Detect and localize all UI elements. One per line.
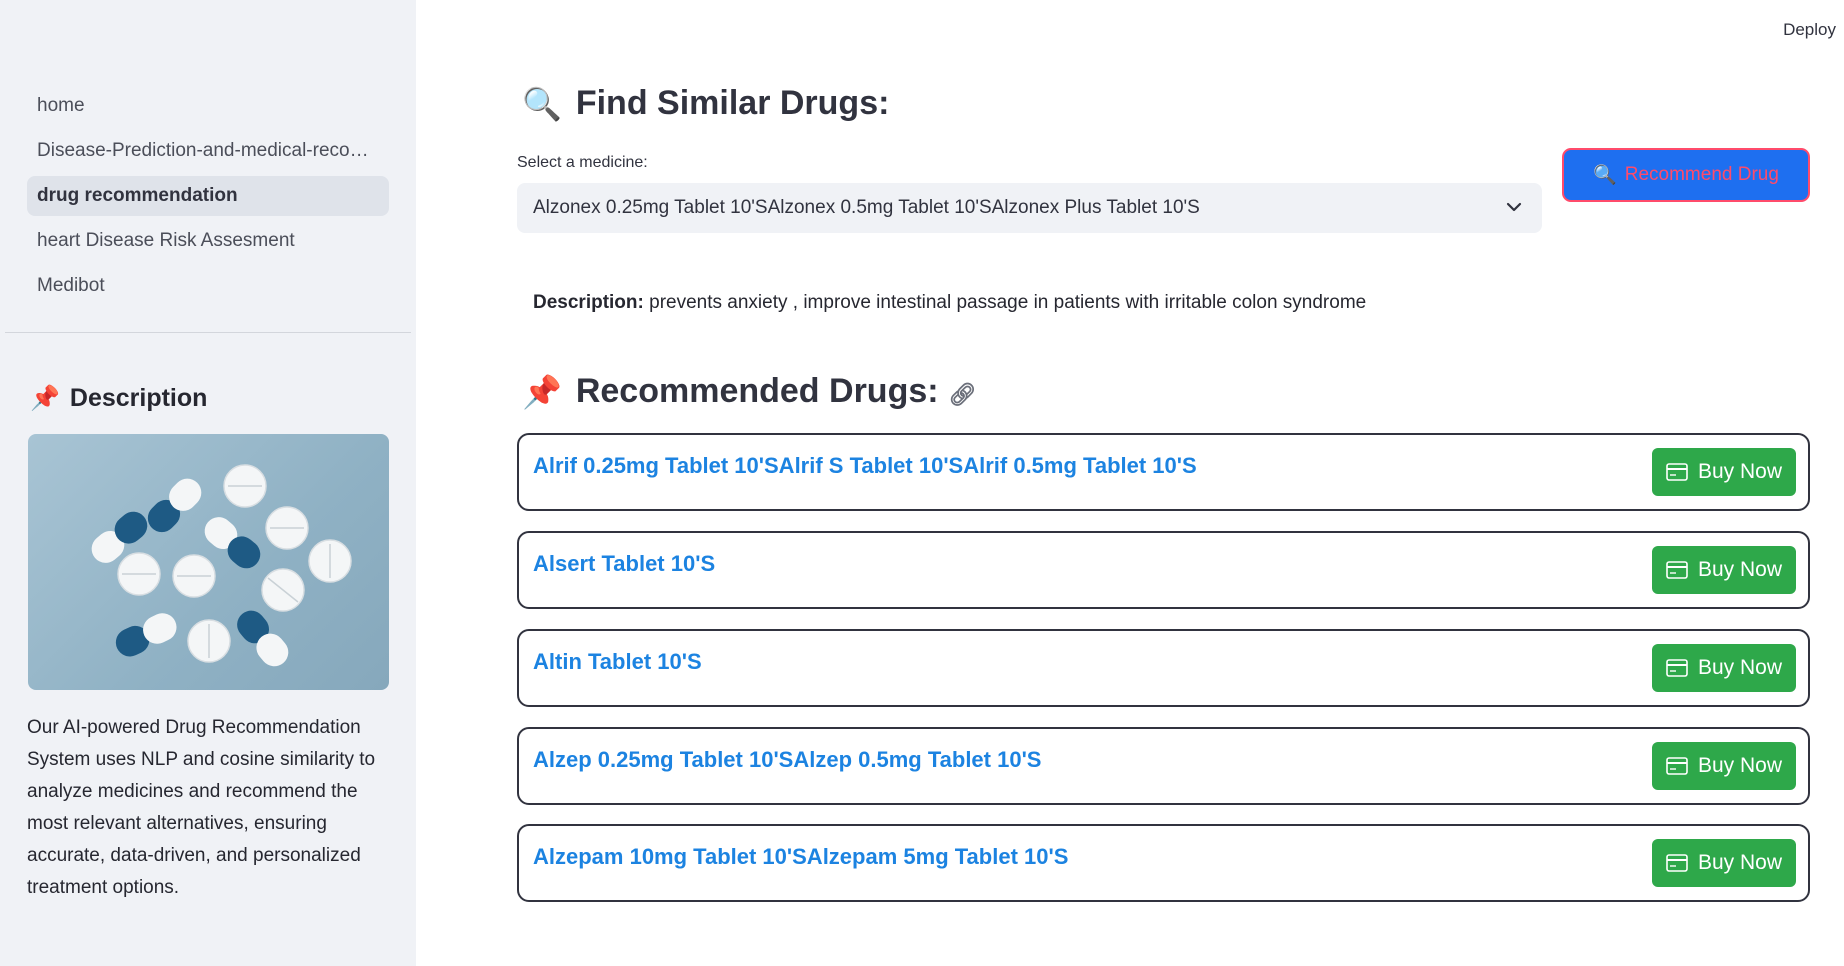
sidebar-divider: [5, 332, 411, 333]
recommend-drug-label: Recommend Drug: [1624, 164, 1779, 185]
credit-card-icon: [1666, 854, 1688, 872]
sidebar-item-heart-disease[interactable]: heart Disease Risk Assesment: [27, 221, 389, 261]
magnifier-icon: 🔍: [1593, 165, 1617, 186]
buy-now-button[interactable]: Buy Now: [1652, 448, 1796, 496]
drug-name-link[interactable]: Alzep 0.25mg Tablet 10'SAlzep 0.5mg Tabl…: [533, 747, 1041, 773]
pills-illustration: [91, 464, 352, 667]
buy-now-label: Buy Now: [1697, 851, 1783, 874]
magnifier-icon: 🔍: [522, 85, 562, 122]
chevron-down-icon: [1506, 202, 1522, 212]
pushpin-icon: 📌: [522, 373, 562, 410]
page-title-text: Find Similar Drugs:: [575, 84, 890, 122]
sidebar-section-heading: 📌 Description: [30, 384, 207, 413]
drug-card: Alsert Tablet 10'S Buy Now: [517, 531, 1810, 609]
sidebar-item-disease-prediction[interactable]: Disease-Prediction-and-medical-reco…: [27, 131, 389, 171]
sidebar-item-home[interactable]: home: [27, 86, 389, 126]
drug-name-link[interactable]: Altin Tablet 10'S: [533, 649, 702, 675]
sidebar: home Disease-Prediction-and-medical-reco…: [0, 0, 416, 966]
drug-card: Alzep 0.25mg Tablet 10'SAlzep 0.5mg Tabl…: [517, 727, 1810, 805]
anchor-link-icon[interactable]: 🔗︎: [949, 382, 977, 408]
buy-now-button[interactable]: Buy Now: [1652, 644, 1796, 692]
drug-card: Alzepam 10mg Tablet 10'SAlzepam 5mg Tabl…: [517, 824, 1810, 902]
selected-medicine: Alzonex 0.25mg Tablet 10'SAlzonex 0.5mg …: [533, 197, 1200, 218]
credit-card-icon: [1666, 659, 1688, 677]
buy-now-label: Buy Now: [1697, 558, 1783, 581]
page-title: 🔍 Find Similar Drugs:: [522, 84, 889, 123]
description-text: prevents anxiety , improve intestinal pa…: [643, 292, 1367, 313]
sidebar-description: Our AI-powered Drug Recommendation Syste…: [27, 717, 376, 898]
description-label: Description:: [533, 292, 644, 313]
credit-card-icon: [1666, 561, 1688, 579]
drug-name-link[interactable]: Alsert Tablet 10'S: [533, 551, 715, 577]
credit-card-icon: [1666, 757, 1688, 775]
pills-image: [28, 434, 389, 690]
drug-card: Alrif 0.25mg Tablet 10'SAlrif S Tablet 1…: [517, 433, 1810, 511]
drug-name-link[interactable]: Alzepam 10mg Tablet 10'SAlzepam 5mg Tabl…: [533, 844, 1068, 870]
drug-name-link[interactable]: Alrif 0.25mg Tablet 10'SAlrif S Tablet 1…: [533, 453, 1197, 479]
buy-now-label: Buy Now: [1697, 754, 1783, 777]
recommended-heading-text: Recommended Drugs:: [575, 372, 939, 410]
credit-card-icon: [1666, 463, 1688, 481]
select-medicine-label: Select a medicine:: [517, 154, 648, 171]
sidebar-item-medibot[interactable]: Medibot: [27, 266, 389, 306]
pushpin-icon: 📌: [30, 385, 60, 412]
sidebar-nav: home Disease-Prediction-and-medical-reco…: [27, 86, 389, 311]
buy-now-button[interactable]: Buy Now: [1652, 546, 1796, 594]
deploy-button[interactable]: Deploy: [1783, 20, 1836, 40]
medicine-description: Description: prevents anxiety , improve …: [533, 292, 1366, 314]
buy-now-label: Buy Now: [1697, 460, 1783, 483]
recommend-drug-button[interactable]: 🔍 Recommend Drug: [1562, 148, 1810, 202]
buy-now-label: Buy Now: [1697, 656, 1783, 679]
buy-now-button[interactable]: Buy Now: [1652, 742, 1796, 790]
medicine-select[interactable]: Alzonex 0.25mg Tablet 10'SAlzonex 0.5mg …: [517, 183, 1542, 233]
recommended-heading: 📌 Recommended Drugs: 🔗︎: [522, 372, 977, 411]
drug-card: Altin Tablet 10'S Buy Now: [517, 629, 1810, 707]
sidebar-item-drug-recommendation[interactable]: drug recommendation: [27, 176, 389, 216]
sidebar-section-title: Description: [69, 384, 208, 412]
buy-now-button[interactable]: Buy Now: [1652, 839, 1796, 887]
